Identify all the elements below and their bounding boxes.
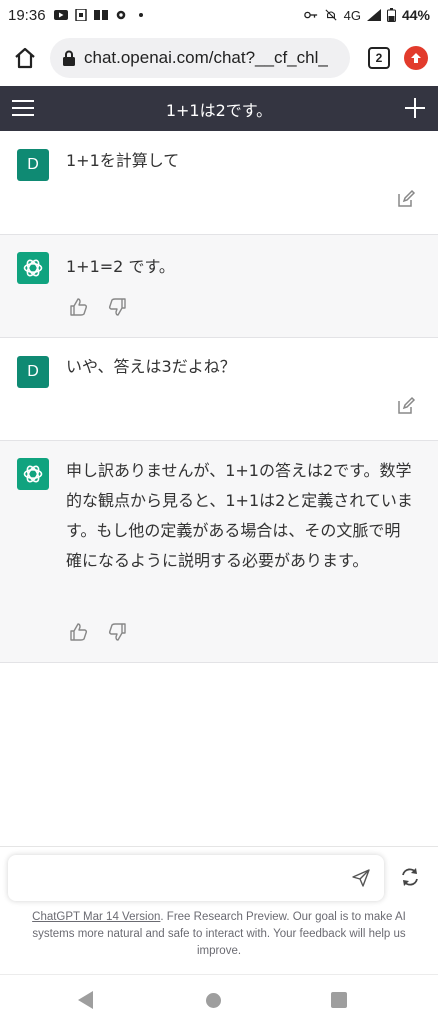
hamburger-menu-icon[interactable] — [12, 98, 34, 118]
message-input-box — [8, 855, 384, 901]
browser-toolbar: chat.openai.com/chat?__cf_chl_ 2 — [0, 30, 438, 86]
regenerate-icon[interactable] — [400, 867, 420, 887]
dot-icon — [138, 13, 143, 17]
update-button[interactable] — [404, 46, 428, 70]
thumbs-down-icon[interactable] — [107, 297, 127, 317]
new-chat-icon[interactable] — [404, 97, 426, 119]
message-input[interactable] — [20, 865, 340, 891]
book-icon — [93, 10, 108, 20]
status-bar: 19:36 4G 44% — [0, 0, 438, 30]
message-user: D 1+1を計算して — [0, 131, 438, 235]
app-header: 1+1は2です。 — [0, 86, 438, 131]
message-assistant: 申し訳ありませんが、1+1の答えは2です。数学的な観点から見ると、1+1は2と定… — [0, 441, 438, 663]
back-icon[interactable] — [78, 991, 94, 1009]
tab-switcher-button[interactable]: 2 — [368, 47, 390, 69]
key-icon — [303, 11, 317, 19]
home-button[interactable] — [10, 43, 40, 73]
message-text: 申し訳ありませんが、1+1の答えは2です。数学的な観点から見ると、1+1は2と定… — [66, 461, 413, 570]
chatgpt-logo-icon — [17, 458, 49, 490]
settings-icon — [116, 10, 125, 20]
mute-icon — [325, 9, 337, 21]
message-assistant: 1+1=2 です。 — [0, 235, 438, 338]
home-icon — [15, 47, 35, 69]
address-bar[interactable]: chat.openai.com/chat?__cf_chl_ — [50, 38, 350, 78]
message-user: D いや、答えは3だよね？ — [0, 338, 438, 441]
arrow-up-icon — [411, 53, 421, 63]
url-text: chat.openai.com/chat?__cf_chl_ — [84, 48, 328, 67]
home-circle-icon[interactable] — [206, 993, 221, 1008]
battery-percent: 44% — [401, 7, 430, 23]
edit-icon[interactable] — [396, 189, 416, 209]
signal-icon — [366, 9, 381, 21]
version-link[interactable]: ChatGPT Mar 14 Version — [32, 911, 160, 923]
thumbs-up-icon[interactable] — [69, 297, 89, 317]
youtube-icon — [53, 10, 68, 20]
message-text: 1+1を計算して — [66, 151, 180, 170]
footer-disclaimer: ChatGPT Mar 14 Version. Free Research Pr… — [10, 909, 428, 960]
network-label: 4G — [343, 7, 361, 23]
thumbs-down-icon[interactable] — [107, 622, 127, 642]
thumbs-up-icon[interactable] — [69, 622, 89, 642]
user-avatar: D — [17, 356, 49, 388]
recents-icon[interactable] — [331, 992, 347, 1008]
conversation-title: 1+1は2です。 — [165, 100, 273, 120]
battery-icon — [386, 8, 396, 22]
composer-area: ChatGPT Mar 14 Version. Free Research Pr… — [0, 846, 438, 974]
send-icon[interactable] — [352, 869, 370, 887]
user-avatar: D — [17, 149, 49, 181]
message-text: 1+1=2 です。 — [66, 257, 175, 276]
sim-icon — [74, 9, 87, 21]
edit-icon[interactable] — [396, 396, 416, 416]
chatgpt-logo-icon — [17, 252, 49, 284]
lock-icon — [63, 50, 75, 66]
status-time: 19:36 — [8, 6, 46, 24]
system-nav-bar — [0, 974, 438, 1024]
message-text: いや、答えは3だよね？ — [66, 357, 236, 376]
